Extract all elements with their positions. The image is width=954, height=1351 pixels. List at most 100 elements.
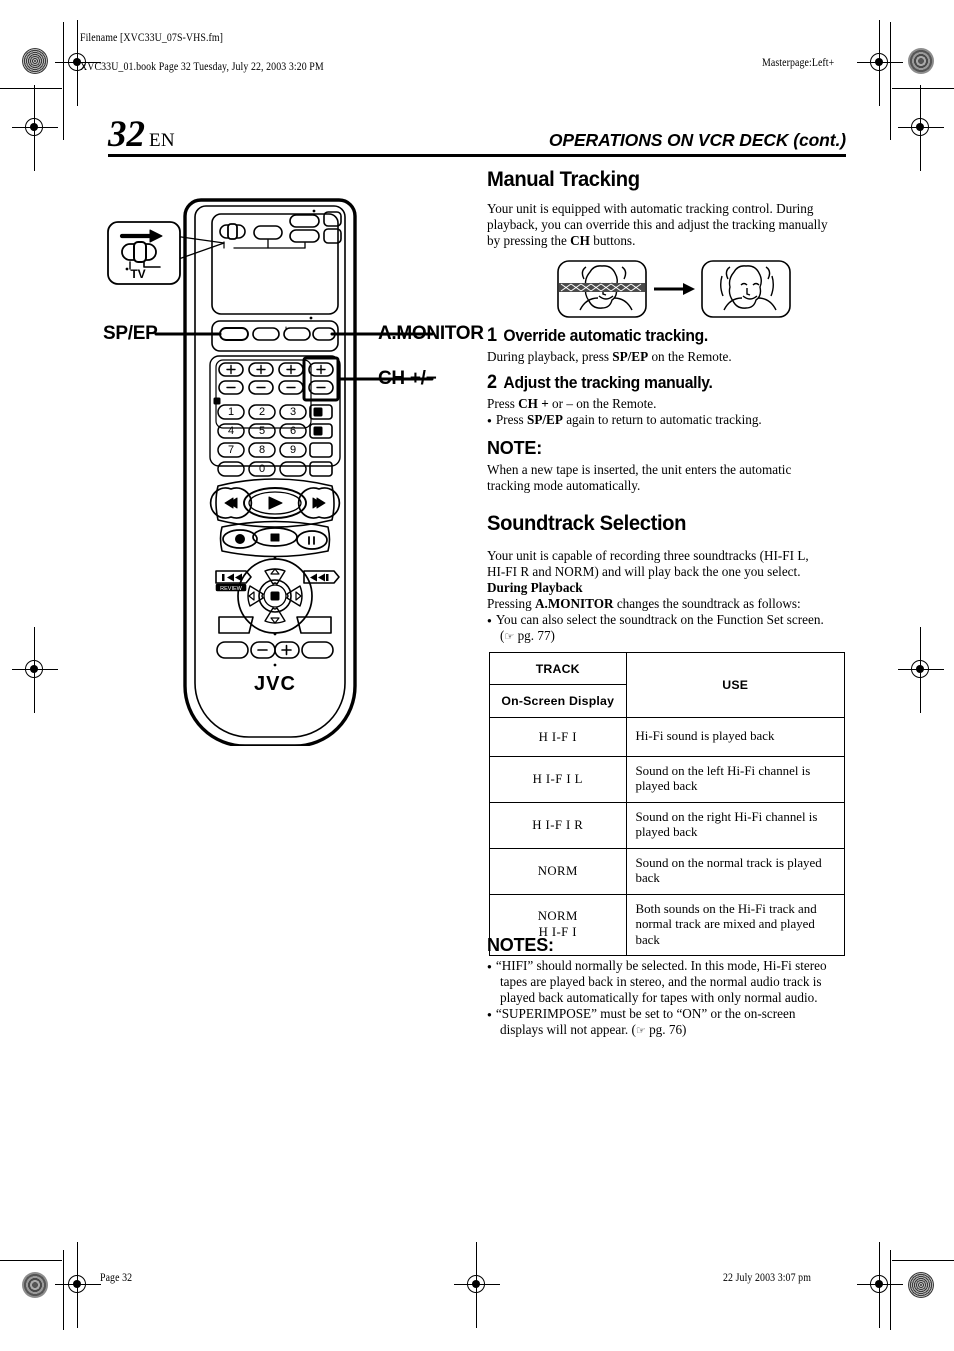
registration-mark-bottom-right	[857, 1242, 903, 1328]
soundtrack-table: TRACK USE On-Screen Display H I-F I Hi-F…	[489, 652, 845, 957]
svg-text:6: 6	[290, 425, 296, 437]
notes-ref-page-76: pg. 76)	[649, 1021, 687, 1037]
halftone-target-top-left	[22, 48, 48, 74]
masterpage-label: Masterpage:Left+	[762, 57, 835, 69]
pointing-hand-icon-2: ☞	[635, 1023, 646, 1037]
step-1-text-post: on the Remote.	[648, 348, 732, 364]
during-playback-text: During Playback	[487, 579, 583, 595]
intro-line-3: by pressing the CH buttons.	[487, 233, 847, 249]
svg-text:0: 0	[259, 463, 265, 475]
step-2-bullet-post: again to return to automatic tracking.	[562, 411, 762, 427]
trim-line-bottom-outer-right	[892, 1260, 954, 1261]
step-2-title: 2 Adjust the tracking manually.	[487, 372, 829, 394]
header-rule	[108, 154, 846, 157]
step-2-text-pre: Press	[487, 395, 519, 411]
page-number-value: 32	[108, 114, 145, 155]
step-2-bullet-pre: Press	[495, 411, 527, 427]
intro-line-3-pre: by pressing the	[487, 232, 571, 248]
pointing-hand-icon: ☞	[504, 629, 515, 643]
step-1: 1 Override automatic tracking. During pla…	[487, 325, 847, 365]
soundtrack-bullet-1-ref: (☞ pg. 77)	[500, 627, 555, 643]
registration-mark-mid-left	[12, 627, 58, 713]
footer-timestamp: 22 July 2003 3:07 pm	[723, 1272, 811, 1284]
notes-bullet-b-pre: displays will not appear. (	[500, 1021, 636, 1037]
step-1-text: During playback, press SP/EP on the Remo…	[487, 349, 847, 365]
svg-text:1: 1	[228, 406, 234, 418]
tracking-figure-svg	[557, 260, 791, 318]
notes-bullet-b: “SUPERIMPOSE” must be set to “ON” or the…	[487, 1006, 847, 1022]
halftone-target-top-right	[908, 48, 934, 74]
registration-mark-bottom-left	[55, 1242, 101, 1328]
registration-mark-outer-top-right	[898, 85, 944, 171]
svg-text:7: 7	[228, 444, 234, 456]
step-2: 2 Adjust the tracking manually. Press CH …	[487, 372, 847, 428]
manual-tracking-heading: Manual Tracking	[487, 167, 640, 191]
book-source-line: XVC33U_01.book Page 32 Tuesday, July 22,…	[80, 61, 324, 73]
header-cell-track: TRACK	[489, 652, 627, 685]
notes-bullet-b-line-1: “SUPERIMPOSE” must be set to “ON” or the…	[495, 1005, 796, 1021]
notes-bullet-a-line-1: “HIFI” should normally be selected. In t…	[495, 958, 827, 973]
soundtrack-notes: NOTES: “HIFI” should normally be selecte…	[487, 935, 847, 1038]
svg-text:9: 9	[290, 444, 296, 456]
intro-line-3-bold: CH	[570, 232, 590, 248]
soundtrack-heading: Soundtrack Selection	[487, 511, 687, 535]
tracking-before-after-figure	[556, 258, 796, 320]
intro-line-2: playback, you can override this and adju…	[487, 216, 828, 232]
trim-line-bottom-outer	[0, 1260, 62, 1261]
track-cell-2: H I-F I L	[489, 756, 627, 803]
use-cell-1: Hi-Fi sound is played back	[625, 717, 845, 757]
notes-bullet-a-line-3: played back automatically for tapes with…	[500, 989, 818, 1005]
notes-bullet-a-line-2: tapes are played back in stereo, and the…	[500, 973, 822, 989]
pressing-post: changes the soundtrack as follows:	[613, 595, 801, 611]
step-2-number: 2	[487, 372, 497, 393]
halftone-target-bottom-right	[908, 1272, 934, 1298]
table-header-row-1: TRACK USE	[489, 652, 845, 718]
step-2-bullet: Press SP/EP again to return to automatic…	[487, 412, 847, 428]
locale-label: EN	[149, 130, 175, 151]
soundtrack-ref-page-77: pg. 77)	[517, 627, 555, 643]
jvc-logo-text: JVC	[254, 673, 296, 695]
callout-label-sp-ep: SP/EP	[103, 323, 158, 344]
page-number: 32 EN	[108, 116, 175, 153]
registration-mark-top-right-inner	[857, 20, 903, 106]
note-line-1: When a new tape is inserted, the unit en…	[487, 462, 792, 477]
step-2-title-text: Adjust the tracking manually.	[503, 374, 713, 392]
step-1-text-bold: SP/EP	[612, 348, 649, 364]
callout-label-a-monitor: A.MONITOR	[378, 323, 484, 344]
track-cell-4: NORM	[489, 847, 627, 895]
step-1-title: 1 Override automatic tracking.	[487, 325, 829, 347]
step-1-title-text: Override automatic tracking.	[503, 327, 708, 345]
use-cell-3: Sound on the right Hi-Fi channel is play…	[625, 801, 845, 849]
registration-mark-bottom-center	[454, 1242, 500, 1328]
intro-line-1: Your unit is equipped with automatic tra…	[487, 201, 814, 216]
trim-line-top-outer	[0, 88, 62, 89]
use-cell-4: Sound on the normal track is played back	[625, 847, 845, 895]
page-canvas: Filename [XVC33U_07S-VHS.fm] XVC33U_01.b…	[0, 0, 954, 1351]
manual-tracking-note: NOTE: When a new tape is inserted, the u…	[487, 438, 847, 494]
step-2-text-post: or – on the Remote.	[548, 395, 657, 411]
svg-text:REVIEW: REVIEW	[220, 586, 243, 592]
svg-text:3: 3	[290, 406, 296, 418]
use-cell-2: Sound on the left Hi-Fi channel is playe…	[625, 756, 845, 803]
notes-heading: NOTES:	[487, 935, 554, 955]
step-1-number: 1	[487, 325, 497, 346]
note-heading: NOTE:	[487, 438, 542, 458]
pressing-bold: A.MONITOR	[535, 595, 614, 611]
tv-switch-label-text: TV	[130, 267, 145, 281]
step-2-text: Press CH + or – on the Remote.	[487, 396, 847, 412]
note-line-2: tracking mode automatically.	[487, 477, 641, 493]
remote-control-illustration: 1 2 3 4 5 6 7 8 9 0 REVIEW JVC TV SP/EP …	[100, 186, 484, 746]
footer-page-label: Page 32	[100, 1272, 133, 1284]
manual-tracking-intro: Your unit is equipped with automatic tra…	[487, 201, 847, 249]
remote-control-svg: 1 2 3 4 5 6 7 8 9 0 REVIEW JVC TV	[107, 198, 434, 746]
soundtrack-intro-2: HI-FI R and NORM) and will play back the…	[487, 563, 801, 579]
registration-mark-mid-right	[898, 627, 944, 713]
table-row: H I-F I Hi-Fi sound is played back	[489, 717, 845, 757]
pressing-line: Pressing A.MONITOR changes the soundtrac…	[487, 596, 847, 612]
step-2-bullet-bold: SP/EP	[526, 411, 563, 427]
pressing-pre: Pressing	[487, 595, 535, 611]
soundtrack-bullet-1: You can also select the soundtrack on th…	[487, 612, 847, 628]
step-2-text-bold: CH +	[518, 395, 549, 411]
notes-bullet-a: “HIFI” should normally be selected. In t…	[487, 958, 847, 974]
table-row: H I-F I R Sound on the right Hi-Fi chann…	[489, 801, 845, 849]
